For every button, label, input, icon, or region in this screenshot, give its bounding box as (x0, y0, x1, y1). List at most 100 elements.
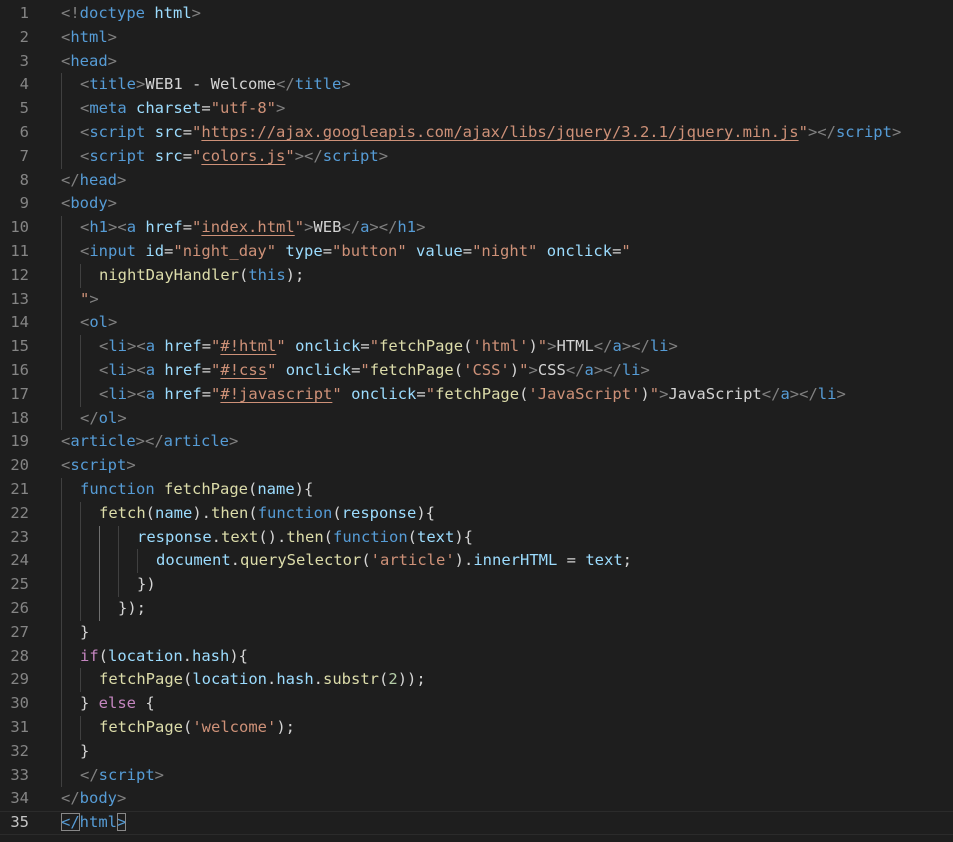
code-token: " (798, 123, 808, 141)
code-line[interactable]: 16 <li><a href="#!css" onclick="fetchPage… (0, 359, 953, 383)
line-code: </head> (61, 169, 126, 193)
code-token: < (61, 51, 71, 70)
code-token: h1 (397, 218, 417, 237)
indent-guide (118, 525, 119, 550)
code-token: 'article' (370, 551, 455, 570)
code-line[interactable]: 1 <!doctype html> (0, 2, 953, 26)
code-token: < (99, 361, 109, 379)
code-line[interactable]: 20 <script> (0, 454, 953, 478)
line-code: <html> (61, 26, 117, 50)
code-line[interactable]: 35 </html> (0, 811, 953, 835)
code-token: < (80, 75, 90, 94)
code-line[interactable]: 7 <script src="colors.js"></script> (0, 144, 953, 169)
code-token: src (154, 146, 183, 165)
code-line[interactable]: 21 function fetchPage(name){ (0, 478, 953, 502)
code-token: < (80, 218, 90, 237)
code-token: " (294, 218, 305, 237)
code-token: fetchPage (164, 480, 248, 498)
code-token: </ (80, 408, 99, 427)
code-line[interactable]: 11 <input id="night_day" type="button" va… (0, 240, 953, 264)
line-number: 5 (19, 99, 29, 118)
code-line[interactable]: 33 </script> (0, 763, 953, 788)
code-token: > (640, 361, 650, 379)
code-token: = (322, 242, 333, 260)
code-token: > (528, 361, 538, 379)
code-token: > (117, 813, 127, 832)
code-token: name (257, 480, 295, 498)
code-line[interactable]: 34 </body> (0, 787, 953, 811)
code-line[interactable]: 32} (0, 739, 953, 764)
line-number: 13 (10, 289, 29, 308)
code-line[interactable]: 28 if(location.hash){ (0, 644, 953, 669)
code-line[interactable]: 26}); (0, 597, 953, 621)
indent-guide (61, 287, 62, 312)
code-line[interactable]: 14 <ol> (0, 311, 953, 336)
code-token: 'CSS' (463, 361, 510, 379)
indent-guide (137, 549, 138, 574)
code-editor[interactable]: 1 <!doctype html> 2 <html> 3 <head> 4 <title>WE… (0, 0, 953, 842)
line-number: 4 (19, 75, 29, 94)
code-token: src (154, 123, 183, 141)
line-code: <article></article> (61, 430, 238, 454)
code-token: html (70, 27, 108, 46)
code-token: #!html (220, 337, 277, 356)
code-line[interactable]: 23 response.text().then(function(text){ (0, 525, 953, 550)
code-token: " (211, 337, 221, 356)
code-line[interactable]: 25}) (0, 573, 953, 597)
code-line[interactable]: 30} else { (0, 692, 953, 716)
code-line[interactable]: 29 fetchPage(location.hash.substr(2)); (0, 668, 953, 693)
line-code: <li><a href="#!css" onclick="fetchPage('… (99, 359, 650, 383)
code-token: > (276, 99, 286, 118)
code-line[interactable]: 4 <title>WEB1 - Welcome</title> (0, 73, 953, 98)
code-token: = (201, 384, 212, 403)
line-code: </ol> (80, 407, 127, 431)
indent-guide (61, 121, 62, 145)
code-token: ol (98, 408, 118, 427)
code-token: = (182, 123, 193, 141)
code-token: li (649, 337, 669, 356)
code-line[interactable]: 10 <h1><a href="index.html">WEB</a></h1> (0, 216, 953, 240)
line-code: </html> (61, 811, 127, 835)
code-line[interactable]: 31 fetchPage('welcome'); (0, 716, 953, 740)
code-token: . (182, 646, 193, 665)
code-line[interactable]: 2 <html> (0, 26, 953, 50)
code-token: fetchPage (99, 670, 183, 689)
code-token: ( (407, 527, 417, 546)
code-token: this (248, 265, 286, 284)
code-line[interactable]: 15 <li><a href="#!html" onclick="fetchPag… (0, 335, 953, 359)
code-line[interactable]: 3 <head> (0, 50, 953, 74)
code-line[interactable]: 13 "> (0, 287, 953, 312)
code-token: response (341, 503, 417, 522)
code-line[interactable]: 19 <article></article> (0, 430, 953, 454)
code-token: charset (136, 99, 202, 118)
indent-guide (99, 597, 100, 621)
indent-guide (61, 716, 62, 740)
code-token: ) (528, 337, 538, 356)
code-line[interactable]: 27} (0, 620, 953, 645)
code-line[interactable]: 22 fetch(name).then(function(response){ (0, 501, 953, 526)
code-token: title (294, 75, 342, 94)
indent-guide (61, 668, 62, 693)
code-token: fetchPage (99, 718, 183, 736)
code-token: > (117, 170, 127, 189)
code-token: ( (248, 480, 258, 498)
code-token: ol (89, 313, 109, 332)
line-number: 33 (10, 765, 29, 784)
code-line[interactable]: 18 </ol> (0, 406, 953, 431)
code-line[interactable]: 8 </head> (0, 169, 953, 193)
code-line[interactable]: 17 <li><a href="#!javascript" onclick="fe… (0, 382, 953, 407)
line-number: 22 (10, 503, 29, 522)
code-line[interactable]: 6 <script src="https://ajax.googleapis.co… (0, 121, 953, 145)
code-line[interactable]: 12 nightDayHandler(this); (0, 263, 953, 288)
code-token: ( (332, 503, 342, 522)
indent-guide (61, 97, 62, 121)
code-line[interactable]: 9 <body> (0, 192, 953, 216)
code-line[interactable]: 24 document.querySelector('article').inne… (0, 549, 953, 574)
line-code: nightDayHandler(this); (99, 264, 304, 288)
code-token: substr (323, 670, 380, 689)
code-line[interactable]: 5 <meta charset="utf-8"> (0, 97, 953, 121)
code-token: " (285, 146, 295, 165)
indent-guide (80, 573, 81, 597)
